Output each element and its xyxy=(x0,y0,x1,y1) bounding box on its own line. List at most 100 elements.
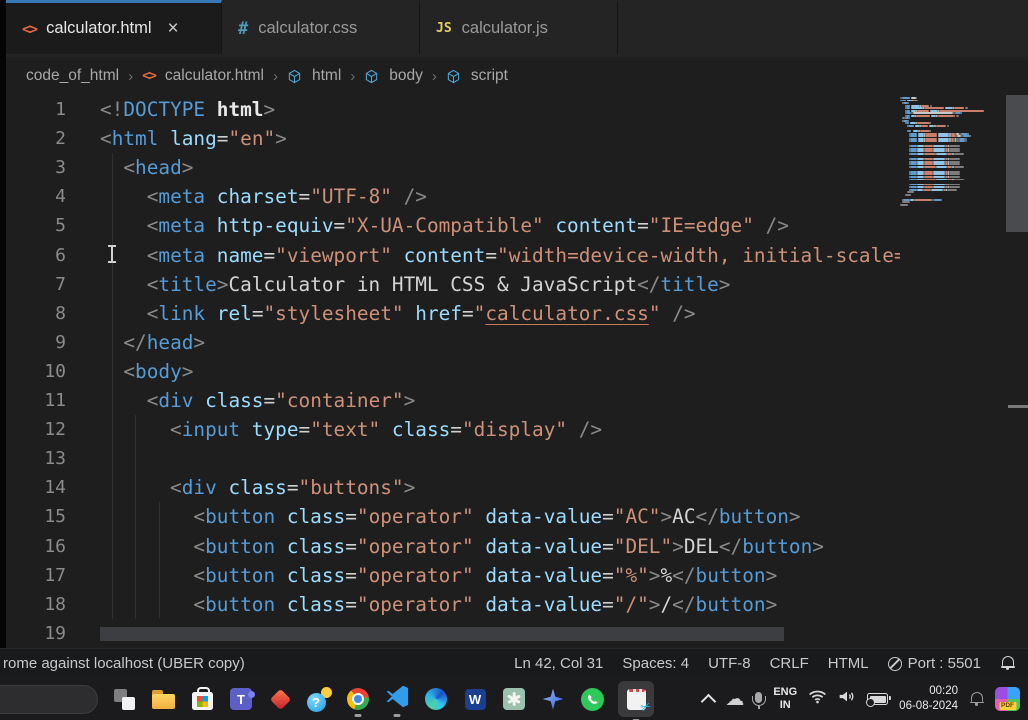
copilot-star-icon xyxy=(542,688,564,710)
line-number: 6 xyxy=(55,244,66,266)
diamond-app-icon xyxy=(269,688,291,710)
battery-saver-icon[interactable] xyxy=(866,693,892,707)
code-text: <div class="container"> xyxy=(146,389,416,412)
language-line1: ENG xyxy=(773,685,798,698)
line-number: 12 xyxy=(44,419,66,441)
tab-calculator-html[interactable]: <> calculator.html × xyxy=(6,0,222,54)
indentation[interactable]: Spaces: 4 xyxy=(622,655,689,672)
ibeam-mouse-cursor xyxy=(106,245,117,263)
code-line: 3 <head> xyxy=(6,153,900,182)
taskbar-edge[interactable] xyxy=(423,686,449,712)
taskbar-search-box[interactable] xyxy=(0,684,98,714)
snipping-tool-icon: ✂ xyxy=(626,688,654,716)
symbol-cube-icon xyxy=(287,69,302,84)
tray-date: 06-08-2024 xyxy=(899,700,958,712)
clock-date[interactable]: 00:20 06-08-2024 xyxy=(899,684,958,714)
breadcrumb-item[interactable]: html xyxy=(312,67,341,85)
status-bar-right: Ln 42, Col 31 Spaces: 4 UTF-8 CRLF HTML … xyxy=(514,655,1028,672)
taskbar-vscode[interactable] xyxy=(384,685,410,717)
line-number: 10 xyxy=(44,360,66,382)
running-indicator xyxy=(393,714,401,717)
code-line: 12 <input type="text" class="display" /> xyxy=(6,415,900,444)
tab-label: calculator.html xyxy=(46,19,152,37)
minimap[interactable] xyxy=(900,97,1000,207)
taskbar-chatgpt[interactable] xyxy=(501,686,527,712)
live-server-status[interactable]: rome against localhost (UBER copy) xyxy=(3,655,245,672)
circle-slash-icon xyxy=(887,656,902,671)
left-edge-strip xyxy=(0,0,6,648)
code-editor[interactable]: 1 <!DOCTYPE html> 2 <html lang="en"> 3 <head… xyxy=(6,92,1028,648)
taskbar-whatsapp[interactable] xyxy=(579,686,605,712)
language-indicator[interactable]: ENG IN xyxy=(773,686,797,712)
line-number: 18 xyxy=(44,593,66,615)
tray-chevron-up-icon[interactable] xyxy=(701,693,717,709)
tray-bell-icon[interactable] xyxy=(969,691,984,707)
cursor-position[interactable]: Ln 42, Col 31 xyxy=(514,655,603,672)
line-number: 17 xyxy=(44,564,66,586)
chatgpt-icon xyxy=(503,688,525,710)
vertical-scrollbar-thumb[interactable] xyxy=(1006,92,1028,232)
breadcrumb-item[interactable]: script xyxy=(471,67,508,85)
taskbar-quiz[interactable] xyxy=(306,686,332,712)
language-mode[interactable]: HTML xyxy=(828,655,869,672)
breadcrumb-chevron-icon: › xyxy=(431,67,437,85)
code-area[interactable]: 1 <!DOCTYPE html> 2 <html lang="en"> 3 <head… xyxy=(6,95,900,648)
code-line: 11 <div class="container"> xyxy=(6,386,900,415)
code-line: 15 <button class="operator" data-value="… xyxy=(6,502,900,531)
breadcrumb-item[interactable]: body xyxy=(389,67,423,85)
taskbar-word[interactable]: W xyxy=(462,686,488,712)
taskbar-store[interactable] xyxy=(189,686,215,712)
tab-calculator-js[interactable]: JS calculator.js xyxy=(420,0,618,54)
code-line: 14 <div class="buttons"> xyxy=(6,473,900,502)
tab-calculator-css[interactable]: # calculator.css xyxy=(222,0,420,54)
breadcrumb-item[interactable]: calculator.html xyxy=(165,67,264,85)
status-bar: rome against localhost (UBER copy) Ln 42… xyxy=(0,648,1028,678)
line-number: 8 xyxy=(55,302,66,324)
notifications-bell-icon[interactable] xyxy=(1000,656,1015,671)
horizontal-scrollbar-thumb[interactable] xyxy=(100,627,784,641)
line-number: 13 xyxy=(44,448,66,470)
code-line: 5 <meta http-equiv="X-UA-Compatible" con… xyxy=(6,211,900,240)
eol-sequence[interactable]: CRLF xyxy=(770,655,809,672)
line-number: 16 xyxy=(44,535,66,557)
taskbar-teams[interactable]: T xyxy=(228,686,255,712)
speaker-icon[interactable] xyxy=(838,689,856,709)
code-text: <body> xyxy=(123,359,194,383)
taskbar-taskview[interactable] xyxy=(111,686,137,712)
code-text: <link rel="stylesheet" href="calculator.… xyxy=(146,301,696,325)
tray-time: 00:20 xyxy=(929,685,958,698)
scissors-icon: ✂ xyxy=(637,697,655,717)
code-line: 16 <button class="operator" data-value="… xyxy=(6,532,900,561)
encoding[interactable]: UTF-8 xyxy=(708,655,751,672)
onedrive-cloud-icon[interactable]: ☁ xyxy=(725,689,744,709)
overview-ruler-cursor-mark xyxy=(1008,405,1028,408)
line-number: 5 xyxy=(55,215,66,237)
chrome-icon xyxy=(347,688,369,710)
line-number: 11 xyxy=(44,390,66,411)
code-line: 6 <meta name="viewport" content="width=d… xyxy=(6,241,900,270)
code-line: 4 <meta charset="UTF-8" /> xyxy=(6,182,900,211)
code-text: <!DOCTYPE html> xyxy=(100,98,276,121)
taskbar-chrome[interactable] xyxy=(345,686,371,717)
wifi-icon[interactable] xyxy=(808,689,827,709)
breadcrumb-item[interactable]: code_of_html xyxy=(26,67,119,85)
running-indicator xyxy=(354,714,362,717)
line-number: 15 xyxy=(44,506,66,528)
code-brackets-icon: <> xyxy=(142,68,157,84)
colorful-pdf-app-icon[interactable]: PDF xyxy=(995,687,1020,711)
line-number: 7 xyxy=(55,273,66,295)
code-text: <meta name="viewport" content="width=dev… xyxy=(146,243,900,267)
live-server-port[interactable]: Port : 5501 xyxy=(887,655,981,672)
html-file-icon: <> xyxy=(22,19,38,38)
taskbar-app-icons: T W ✂ xyxy=(111,681,654,720)
microphone-icon[interactable] xyxy=(751,691,766,709)
taskbar-explorer[interactable] xyxy=(150,686,176,712)
line-number: 9 xyxy=(55,331,66,353)
taskbar-snip[interactable]: ✂ xyxy=(618,681,654,720)
code-text: <div class="buttons"> xyxy=(170,476,416,500)
battery-moon-badge xyxy=(866,698,876,707)
taskbar-copilot[interactable] xyxy=(540,686,566,712)
tab-close-icon[interactable]: × xyxy=(168,19,179,38)
taskbar-diamond[interactable] xyxy=(267,686,293,712)
pdf-badge: PDF xyxy=(999,702,1016,710)
